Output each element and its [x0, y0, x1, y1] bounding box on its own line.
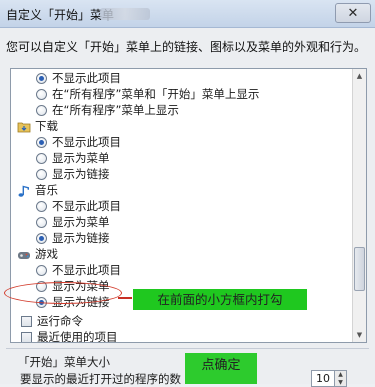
radio-label: 显示为链接: [52, 167, 110, 181]
recent-programs-stepper[interactable]: ▲ ▼: [335, 370, 347, 387]
close-icon: ✕: [347, 5, 359, 21]
window-title: 自定义「开始」菜单: [6, 8, 115, 22]
folder-down-icon: [17, 120, 31, 134]
checkbox[interactable]: [21, 332, 32, 342]
intro-text: 您可以自定义「开始」菜单上的链接、图标以及菜单的外观和行为。: [6, 40, 367, 54]
checkbox-recent-items[interactable]: 最近使用的项目: [21, 330, 118, 343]
radio-button[interactable]: [36, 201, 47, 212]
category-games: 游戏: [17, 247, 58, 262]
category-music: 音乐: [17, 183, 58, 198]
radio-label: 在“所有程序”菜单上显示: [52, 103, 179, 117]
radio-button[interactable]: [36, 153, 47, 164]
radio-label: 不显示此项目: [52, 135, 121, 149]
radio-button[interactable]: [36, 217, 47, 228]
checkbox[interactable]: [21, 316, 32, 327]
radio-button[interactable]: [36, 73, 47, 84]
radio-button[interactable]: [36, 169, 47, 180]
scroll-down-icon[interactable]: ▼: [353, 328, 366, 342]
scrollbar-thumb[interactable]: [354, 247, 365, 291]
radio-option[interactable]: 在“所有程序”菜单上显示: [36, 103, 179, 118]
radio-label: 不显示此项目: [52, 199, 121, 213]
radio-option[interactable]: 显示为链接: [36, 167, 110, 182]
close-button[interactable]: ✕: [335, 3, 371, 23]
title-bar: 自定义「开始」菜单 ✕: [0, 0, 375, 28]
vertical-scrollbar[interactable]: ▲ ▼: [352, 69, 366, 342]
radio-option[interactable]: 在“所有程序”菜单和「开始」菜单上显示: [36, 87, 259, 102]
annotation-pointer-line: [118, 297, 132, 299]
recent-programs-input[interactable]: 10: [311, 370, 335, 387]
radio-label: 显示为菜单: [52, 151, 110, 165]
group-label: 「开始」菜单大小: [18, 355, 110, 369]
games-icon: [17, 248, 31, 262]
radio-option[interactable]: 不显示此项目: [36, 263, 121, 278]
checkbox-run-command[interactable]: 运行命令: [21, 314, 83, 329]
annotation-ok-hint: 点确定: [185, 353, 257, 384]
radio-option[interactable]: 不显示此项目: [36, 71, 121, 86]
recent-programs-label: 要显示的最近打开过的程序的数: [20, 372, 181, 386]
radio-label: 不显示此项目: [52, 71, 121, 85]
radio-label: 不显示此项目: [52, 263, 121, 277]
blurred-title-area: [100, 8, 150, 20]
radio-button[interactable]: [36, 137, 47, 148]
category-downloads: 下载: [17, 119, 58, 134]
radio-button[interactable]: [36, 233, 47, 244]
radio-button[interactable]: [36, 89, 47, 100]
dialog-body: 您可以自定义「开始」菜单上的链接、图标以及菜单的外观和行为。 不显示此项目 在“…: [0, 28, 375, 387]
radio-button[interactable]: [36, 265, 47, 276]
stepper-down-icon[interactable]: ▼: [335, 379, 346, 387]
radio-button[interactable]: [36, 105, 47, 116]
category-label: 下载: [35, 119, 58, 133]
checkbox-label: 运行命令: [37, 314, 83, 328]
category-label: 游戏: [35, 247, 58, 261]
stepper-up-icon[interactable]: ▲: [335, 371, 346, 379]
radio-label: 显示为菜单: [52, 215, 110, 229]
radio-label: 显示为链接: [52, 231, 110, 245]
music-note-icon: [17, 184, 31, 198]
radio-option[interactable]: 显示为链接: [36, 231, 110, 246]
radio-label: 在“所有程序”菜单和「开始」菜单上显示: [52, 87, 260, 101]
radio-option[interactable]: 不显示此项目: [36, 135, 121, 150]
radio-option[interactable]: 显示为菜单: [36, 151, 110, 166]
scroll-up-icon[interactable]: ▲: [353, 69, 366, 83]
radio-option[interactable]: 显示为菜单: [36, 215, 110, 230]
radio-option[interactable]: 不显示此项目: [36, 199, 121, 214]
category-label: 音乐: [35, 183, 58, 197]
annotation-checkbox-hint: 在前面的小方框内打勾: [133, 289, 307, 310]
checkbox-label: 最近使用的项目: [37, 330, 118, 343]
highlight-ellipse: [4, 282, 122, 304]
